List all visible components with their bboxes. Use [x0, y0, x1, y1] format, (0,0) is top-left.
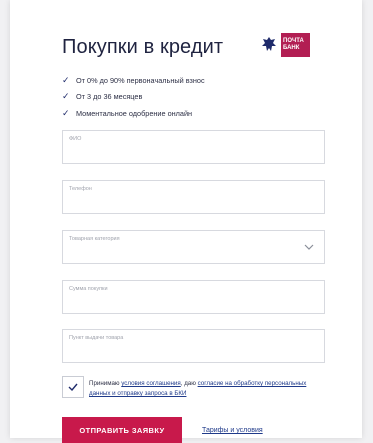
benefit-item: ✓ От 0% до 90% первоначальный взнос	[62, 72, 205, 89]
pickup-label: Пункт выдачи товара	[69, 335, 124, 341]
category-value	[69, 248, 304, 257]
logo-text-line1: ПОЧТА	[283, 38, 304, 44]
tariffs-link[interactable]: Тарифы и условия	[202, 427, 263, 434]
phone-input[interactable]	[69, 198, 304, 207]
eagle-emblem-icon	[257, 33, 281, 57]
fio-label: ФИО	[69, 136, 82, 142]
pickup-field[interactable]: Пункт выдачи товара	[62, 329, 325, 363]
checkmark-icon	[68, 383, 78, 391]
consent-middle: , даю	[180, 380, 198, 387]
submit-application-button[interactable]: ОТПРАВИТЬ ЗАЯВКУ	[62, 417, 182, 443]
benefit-text: От 0% до 90% первоначальный взнос	[76, 75, 205, 85]
checkmark-icon: ✓	[62, 107, 70, 118]
consent-checkbox[interactable]	[62, 376, 84, 398]
benefit-item: ✓ Моментальное одобрение онлайн	[62, 105, 205, 122]
pickup-input[interactable]	[69, 347, 304, 356]
category-label: Товарная категория	[69, 236, 120, 242]
amount-field[interactable]: Сумма покупки	[62, 280, 325, 314]
chevron-down-icon[interactable]	[304, 243, 314, 251]
benefits-list: ✓ От 0% до 90% первоначальный взнос ✓ От…	[62, 72, 205, 122]
phone-label: Телефон	[69, 186, 92, 192]
agreement-terms-link[interactable]: условия соглашения	[121, 380, 180, 387]
logo-text: ПОЧТА БАНК	[281, 33, 310, 57]
amount-input[interactable]	[69, 298, 304, 307]
checkmark-icon: ✓	[62, 74, 70, 85]
credit-form-card: Покупки в кредит ПОЧТА БАНК ✓ От 0% до 9…	[10, 0, 362, 438]
phone-field[interactable]: Телефон	[62, 180, 325, 214]
category-select[interactable]: Товарная категория	[62, 230, 325, 264]
benefit-text: От 3 до 36 месяцев	[76, 92, 143, 102]
logo-text-line2: БАНК	[283, 45, 300, 51]
amount-label: Сумма покупки	[69, 286, 108, 292]
consent-text: Принимаю условия соглашения, даю согласи…	[89, 379, 324, 399]
checkmark-icon: ✓	[62, 91, 70, 102]
fio-input[interactable]	[69, 148, 304, 157]
fio-field[interactable]: ФИО	[62, 130, 325, 164]
form-title: Покупки в кредит	[62, 36, 224, 58]
consent-prefix: Принимаю	[89, 380, 122, 387]
benefit-text: Моментальное одобрение онлайн	[76, 108, 193, 118]
pochta-bank-logo: ПОЧТА БАНК	[257, 33, 310, 57]
benefit-item: ✓ От 3 до 36 месяцев	[62, 89, 205, 106]
